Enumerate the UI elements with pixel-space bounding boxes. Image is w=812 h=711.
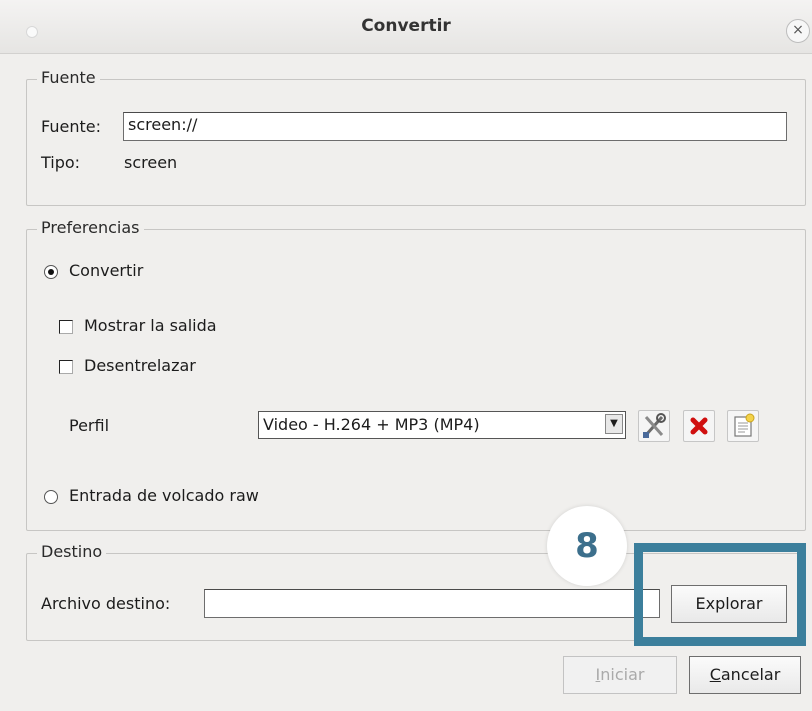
cancel-label-rest: ancelar — [720, 665, 781, 684]
source-group: Fuente — [26, 68, 806, 206]
tools-icon — [643, 413, 666, 438]
new-profile-button[interactable] — [727, 410, 759, 442]
profile-select[interactable]: Video - H.264 + MP3 (MP4) ▼ — [258, 411, 626, 439]
convert-radio-label[interactable]: Convertir — [69, 261, 143, 280]
show-output-label[interactable]: Mostrar la salida — [84, 316, 217, 335]
deinterlace-label[interactable]: Desentrelazar — [84, 356, 196, 375]
convert-radio[interactable] — [44, 265, 58, 279]
destination-group-legend: Destino — [37, 542, 107, 561]
destination-file-input[interactable] — [204, 589, 660, 618]
profile-select-value: Video - H.264 + MP3 (MP4) — [263, 415, 480, 434]
raw-dump-radio[interactable] — [44, 490, 58, 504]
close-icon[interactable]: × — [786, 19, 810, 43]
type-value: screen — [124, 153, 178, 172]
profile-label: Perfil — [69, 416, 110, 435]
new-document-icon — [734, 413, 755, 437]
source-field-label: Fuente: — [41, 117, 101, 136]
preferences-group-legend: Preferencias — [37, 218, 144, 237]
edit-profile-button[interactable] — [638, 410, 670, 442]
destination-file-label: Archivo destino: — [41, 594, 171, 613]
browse-highlight-box — [634, 543, 806, 646]
red-x-icon — [690, 417, 708, 435]
window-title: Convertir — [361, 16, 451, 36]
cancel-button[interactable]: Cancelar — [689, 656, 801, 694]
source-group-legend: Fuente — [37, 68, 100, 87]
raw-dump-label[interactable]: Entrada de volcado raw — [69, 486, 259, 505]
cancel-mnemonic: C — [709, 665, 721, 684]
source-input[interactable]: screen:// — [123, 112, 787, 141]
title-bar: Convertir × — [0, 0, 812, 54]
chevron-down-icon[interactable]: ▼ — [605, 414, 623, 434]
start-label-rest: niciar — [600, 665, 645, 684]
step-number-badge: 8 — [547, 506, 627, 586]
delete-profile-button[interactable] — [683, 410, 715, 442]
deinterlace-checkbox[interactable] — [59, 360, 73, 374]
start-button[interactable]: Iniciar — [563, 656, 677, 694]
type-label: Tipo: — [41, 153, 81, 172]
show-output-checkbox[interactable] — [59, 320, 73, 334]
